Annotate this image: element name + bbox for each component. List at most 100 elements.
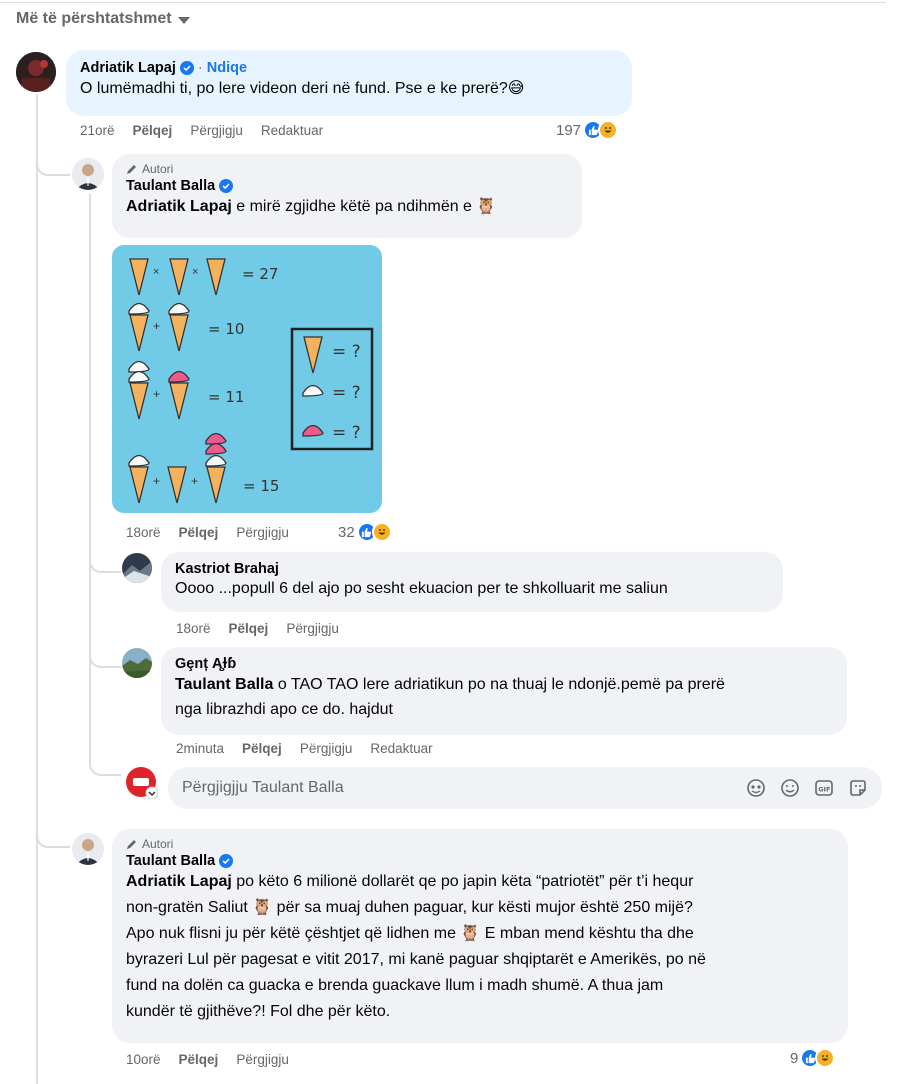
author-tag: Autori [142, 162, 174, 176]
like-button[interactable]: Pëlqej [133, 123, 173, 138]
svg-text:+: + [153, 387, 160, 401]
verified-badge-icon [219, 179, 234, 193]
thread-curve [36, 830, 70, 848]
comment-actions: 21orë Pëlqej Përgjigju Redaktuar [80, 123, 323, 138]
verified-badge-icon [219, 854, 234, 868]
reply-button[interactable]: Përgjigju [236, 525, 289, 540]
haha-icon [371, 522, 392, 542]
svg-text:GIF: GIF [818, 786, 830, 794]
comment-author[interactable]: Taulant Balla [126, 853, 215, 869]
comment-bubble: Adriatik Lapaj · Ndiqe O lumëmadhi ti, p… [66, 50, 632, 116]
sort-dropdown[interactable]: Më të përshtatshmet [16, 10, 190, 28]
svg-text:×: × [192, 266, 198, 278]
svg-text:×: × [153, 266, 159, 278]
chevron-down-icon [177, 17, 190, 24]
reaction-count: 32 [338, 523, 355, 541]
comment-text: O lumëmadhi ti, po lere videon deri në f… [80, 80, 508, 97]
comment-text-line: kundër të gjithëve?! Fol dhe për këto. [126, 1003, 391, 1020]
haha-icon [815, 1048, 836, 1068]
puzzle-eq4: = 15 [243, 477, 280, 495]
reaction-count: 9 [790, 1049, 799, 1067]
current-user-avatar[interactable] [126, 767, 159, 800]
sweat-smile-emoji: 😅 [507, 80, 525, 97]
gif-icon[interactable]: GIF [814, 778, 834, 798]
thread-curve [89, 555, 121, 573]
thread-line-main [36, 94, 38, 1084]
like-button[interactable]: Pëlqej [179, 525, 219, 540]
emoji-icon[interactable] [780, 778, 800, 798]
avatar[interactable] [72, 158, 104, 190]
svg-text:+: + [153, 319, 160, 333]
pencil-icon [127, 840, 136, 849]
pencil-icon [127, 165, 136, 174]
puzzle-eq1: = 27 [242, 265, 279, 283]
sort-label: Më të përshtatshmet [16, 10, 172, 27]
follow-button[interactable]: Ndiqe [207, 60, 247, 76]
comment-text: e mirë zgjidhe këtë pa ndihmën e [231, 198, 477, 215]
thread-line-sub [89, 194, 91, 760]
reply-placeholder: Përgjigjju Taulant Balla [182, 779, 344, 796]
puzzle-eq3: = 11 [208, 388, 245, 406]
comment-time[interactable]: 2minuta [176, 741, 224, 756]
separator-dot: · [197, 60, 203, 76]
comment-text-line: Apo nuk flisni ju për këtë çështjet që l… [126, 925, 694, 942]
owl-emoji: 🦉 [476, 198, 497, 215]
reply-button[interactable]: Përgjigju [286, 621, 339, 636]
reaction-summary[interactable]: 9 [790, 1048, 836, 1068]
comment-text-line: byrazeri Lul për pagesat e vitit 2017, m… [126, 951, 706, 968]
svg-text:+: + [153, 474, 160, 488]
attached-image[interactable]: × × + + + + = 27 = 10 = 11 = 15 = ? = ? = … [112, 245, 382, 513]
haha-icon [598, 120, 619, 140]
comment-author[interactable]: Taulant Balla [126, 178, 215, 194]
like-button[interactable]: Pëlqej [179, 1052, 219, 1067]
comment-actions: 10orë Pëlqej Përgjigju [126, 1052, 289, 1067]
avatar[interactable] [122, 553, 152, 583]
mention-link[interactable]: Adriatik Lapaj [126, 198, 232, 215]
reaction-count: 197 [556, 121, 582, 139]
author-tag: Autori [142, 837, 174, 851]
avatar-sticker-icon[interactable] [746, 778, 766, 798]
verified-badge-icon [179, 61, 194, 75]
comment-time[interactable]: 21orë [80, 123, 115, 138]
reply-button[interactable]: Përgjigju [236, 1052, 289, 1067]
mention-link[interactable]: Taulant Balla [175, 676, 273, 693]
reply-button[interactable]: Përgjigju [300, 741, 353, 756]
comment-text-line: non-gratën Saliut 🦉 për sa muaj duhen pa… [126, 899, 693, 916]
thread-curve [89, 650, 121, 668]
avatar[interactable] [72, 833, 104, 865]
comment-bubble: Autori Taulant Balla Adriatik Lapaj e mi… [112, 154, 582, 238]
comment-bubble: Gȩnț Ą̧ɫɓ Taulant Balla o TAO TAO lere a… [161, 647, 847, 735]
comment-bubble: Autori Taulant Balla Adriatik Lapaj po k… [112, 829, 848, 1043]
top-divider [0, 2, 886, 3]
puzzle-eq2: = 10 [208, 320, 245, 338]
comment-text: nga librazhdi apo ce do. hajdut [175, 701, 393, 718]
comment-text: o TAO TAO lere adriatikun po na thuaj le… [273, 676, 725, 693]
comment-time[interactable]: 10orë [126, 1052, 161, 1067]
avatar[interactable] [16, 52, 56, 92]
comment-actions: 18orë Pëlqej Përgjigju [126, 525, 289, 540]
puzzle-question: = ? [332, 383, 361, 403]
puzzle-question: = ? [332, 342, 361, 362]
comment-author[interactable]: Gȩnț Ą̧ɫɓ [175, 656, 236, 672]
comment-author[interactable]: Kastriot Brahaj [175, 561, 279, 577]
comment-text: Oooo ...popull 6 del ajo po sesht ekuaci… [175, 580, 668, 597]
like-button[interactable]: Pëlqej [242, 741, 282, 756]
reply-input[interactable]: Përgjigjju Taulant Balla GIF [168, 767, 882, 809]
reaction-summary[interactable]: 197 [556, 120, 619, 140]
comment-actions: 18orë Pëlqej Përgjigju [176, 621, 339, 636]
comment-text-line: fund na dolën ca guacka e brenda guackav… [126, 977, 664, 994]
like-button[interactable]: Pëlqej [229, 621, 269, 636]
reaction-summary[interactable]: 32 [338, 522, 392, 542]
avatar[interactable] [122, 648, 152, 678]
reply-button[interactable]: Përgjigju [190, 123, 243, 138]
thread-curve [89, 758, 121, 776]
comment-actions: 2minuta Pëlqej Përgjigju Redaktuar [176, 741, 433, 756]
comment-time[interactable]: 18orë [126, 525, 161, 540]
comment-author[interactable]: Adriatik Lapaj [80, 60, 176, 76]
edited-label: Redaktuar [260, 123, 324, 138]
edited-label: Redaktuar [370, 741, 433, 756]
sticker-icon[interactable] [848, 778, 868, 798]
svg-text:+: + [191, 474, 198, 488]
comment-time[interactable]: 18orë [176, 621, 211, 636]
mention-link[interactable]: Adriatik Lapaj [126, 873, 232, 890]
